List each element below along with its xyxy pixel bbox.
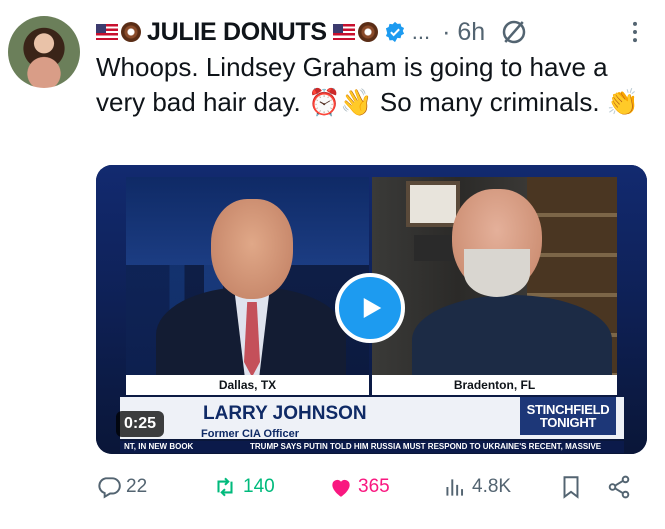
video-right-panel [372, 177, 617, 375]
handle-truncation: ... [411, 19, 431, 44]
host-head [211, 199, 293, 299]
author-avatar[interactable] [8, 16, 80, 88]
reply-button[interactable]: 22 [96, 470, 147, 504]
donut-icon [357, 22, 378, 42]
show-logo: STINCHFIELD TONIGHT [520, 397, 616, 435]
grok-icon[interactable] [499, 17, 529, 47]
guest-body [412, 295, 612, 375]
share-button[interactable] [606, 470, 636, 504]
video-player[interactable]: Dallas, TX Bradenton, FL LARRY JOHNSON F… [96, 165, 647, 454]
guest-beard [464, 249, 530, 297]
us-flag-icon [96, 24, 118, 40]
location-right: Bradenton, FL [372, 375, 617, 395]
play-icon [363, 298, 382, 318]
donut-icon [121, 22, 141, 42]
heart-icon [332, 479, 350, 497]
views-count: 4.8K [472, 476, 512, 497]
us-flag-icon [332, 24, 355, 40]
ticker-left-text: NT, IN NEW BOOK [124, 442, 194, 451]
bookmark-icon [563, 476, 579, 499]
news-ticker: NT, IN NEW BOOK TRUMP SAYS PUTIN TOLD HI… [120, 441, 624, 453]
like-count: 365 [358, 476, 390, 497]
video-left-panel [126, 177, 369, 375]
views-button[interactable]: 4.8K [442, 470, 511, 504]
lower-third-name: LARRY JOHNSON [203, 403, 367, 424]
retweet-icon [217, 477, 233, 497]
tweet-header: JULIE DONUTS ... · 6h [96, 14, 649, 50]
wall-frame [406, 181, 460, 227]
like-button[interactable]: 365 [328, 470, 390, 504]
ticker-right-text: TRUMP SAYS PUTIN TOLD HIM RUSSIA MUST RE… [250, 442, 602, 451]
retweet-button[interactable]: 140 [211, 470, 275, 504]
share-icon [608, 475, 630, 499]
retweet-count: 140 [243, 476, 275, 497]
show-logo-line2: TONIGHT [539, 415, 597, 430]
verified-badge-icon [385, 21, 404, 43]
action-bar: 22 140 365 4.8K [96, 470, 636, 504]
video-duration: 0:25 [116, 411, 164, 437]
more-options-icon[interactable] [621, 18, 649, 46]
location-left: Dallas, TX [126, 375, 369, 395]
author-name[interactable]: JULIE DONUTS [147, 18, 327, 47]
play-button[interactable] [335, 273, 405, 343]
reply-icon [98, 477, 121, 499]
tweet-text: Whoops. Lindsey Graham is going to have … [96, 52, 640, 117]
reply-count: 22 [126, 476, 148, 497]
lower-third-title: Former CIA Officer [201, 428, 300, 440]
views-chart-icon [446, 479, 464, 496]
timestamp[interactable]: · 6h [442, 18, 485, 47]
bookmark-button[interactable] [558, 470, 588, 504]
